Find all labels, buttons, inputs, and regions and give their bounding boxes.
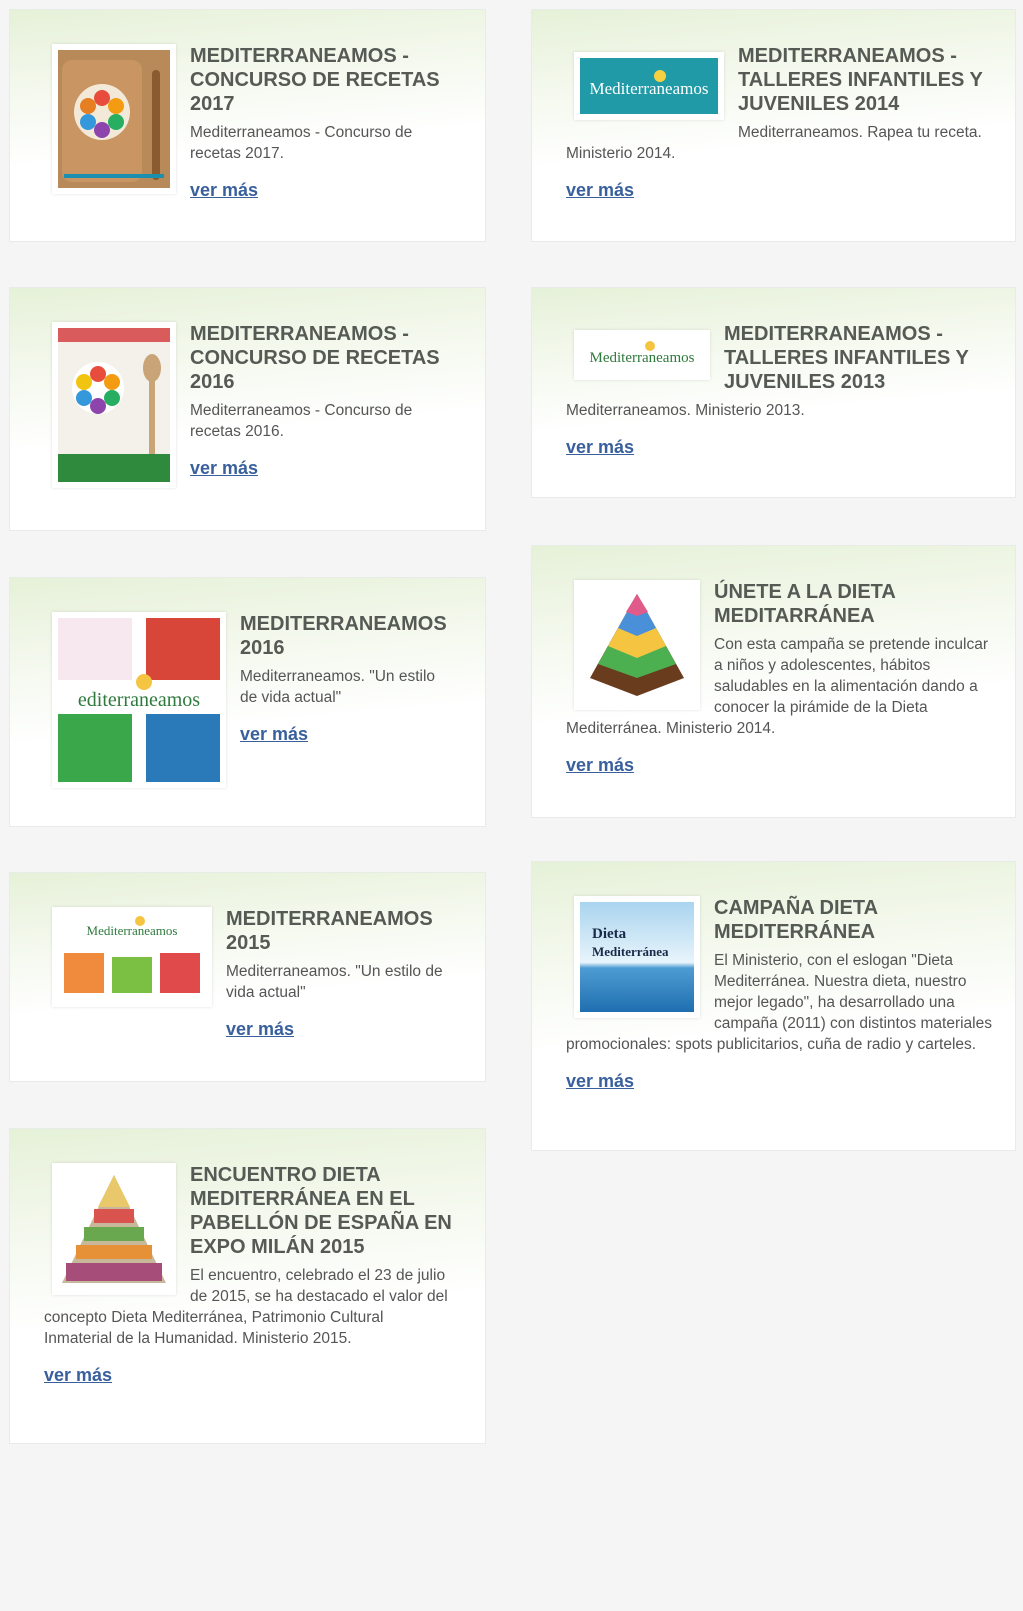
ver-mas-link[interactable]: ver más [566, 755, 634, 776]
ver-mas-link[interactable]: ver más [566, 1071, 634, 1092]
thumb-encuentro-expo-milan[interactable] [52, 1163, 176, 1295]
thumb-campana-dieta[interactable]: Dieta Mediterránea [574, 896, 700, 1018]
card-campana-dieta: Dieta Mediterránea CAMPAÑA DIETA MEDITER… [531, 861, 1016, 1151]
card-talleres-2013: Mediterraneamos MEDITERRANEAMOS - TALLER… [531, 287, 1016, 498]
thumb-mediterraneamos-2015[interactable]: Mediterraneamos [52, 907, 212, 1007]
thumb-talleres-2013[interactable]: Mediterraneamos [574, 330, 710, 380]
ver-mas-link[interactable]: ver más [190, 180, 258, 201]
ver-mas-link[interactable]: ver más [190, 458, 258, 479]
ver-mas-link[interactable]: ver más [226, 1019, 294, 1040]
thumb-concurso-2017[interactable] [52, 44, 176, 194]
mediterraneamos-logo-teal: Mediterraneamos [580, 58, 718, 114]
thumb-concurso-2016[interactable] [52, 322, 176, 488]
mediterraneamos-collage-image: editerraneamos [58, 618, 220, 782]
card-concurso-2017: MEDITERRANEAMOS - CONCURSO DE RECETAS 20… [9, 9, 486, 242]
dieta-mediterranea-sea-image: Dieta Mediterránea [580, 902, 694, 1012]
card-talleres-2014: Mediterraneamos MEDITERRANEAMOS - TALLER… [531, 9, 1016, 242]
ver-mas-link[interactable]: ver más [44, 1365, 112, 1386]
dieta-text-line2: Mediterránea [592, 944, 669, 959]
thumb-mediterraneamos-2016[interactable]: editerraneamos [52, 612, 226, 788]
card-unete-dieta: ÚNETE A LA DIETA MEDITARRÁNEA Con esta c… [531, 545, 1016, 818]
ver-mas-link[interactable]: ver más [566, 180, 634, 201]
mediterraneamos-logo: Mediterraneamos [580, 336, 704, 374]
cutting-board-image [58, 50, 170, 188]
thumb-unete-dieta[interactable] [574, 580, 700, 710]
logo-text: editerraneamos [78, 689, 200, 711]
dieta-text-line1: Dieta [592, 926, 627, 942]
card-description: Mediterraneamos. Rapea tu receta. Minist… [566, 124, 982, 162]
ver-mas-link[interactable]: ver más [566, 437, 634, 458]
card-concurso-2016: MEDITERRANEAMOS - CONCURSO DE RECETAS 20… [9, 287, 486, 531]
card-encuentro-expo-milan: ENCUENTRO DIETA MEDITERRÁNEA EN EL PABEL… [9, 1128, 486, 1444]
card-mediterraneamos-2015: Mediterraneamos MEDITERRANEAMOS 2015 Med… [9, 872, 486, 1082]
thumb-talleres-2014[interactable]: Mediterraneamos [574, 52, 724, 120]
logo-text: Mediterraneamos [590, 350, 695, 366]
card-mediterraneamos-2016: editerraneamos MEDITERRANEAMOS 2016 Medi… [9, 577, 486, 827]
mediterraneamos-2015-image: Mediterraneamos [58, 913, 206, 1001]
logo-text: Mediterraneamos [87, 923, 178, 938]
card-description: Mediterraneamos. Ministerio 2013. [566, 402, 805, 419]
logo-text: Mediterraneamos [590, 79, 709, 98]
recipe-notebook-image [58, 328, 170, 482]
food-pyramid-image [580, 586, 694, 704]
food-pyramid-photo [58, 1169, 170, 1289]
ver-mas-link[interactable]: ver más [240, 724, 308, 745]
